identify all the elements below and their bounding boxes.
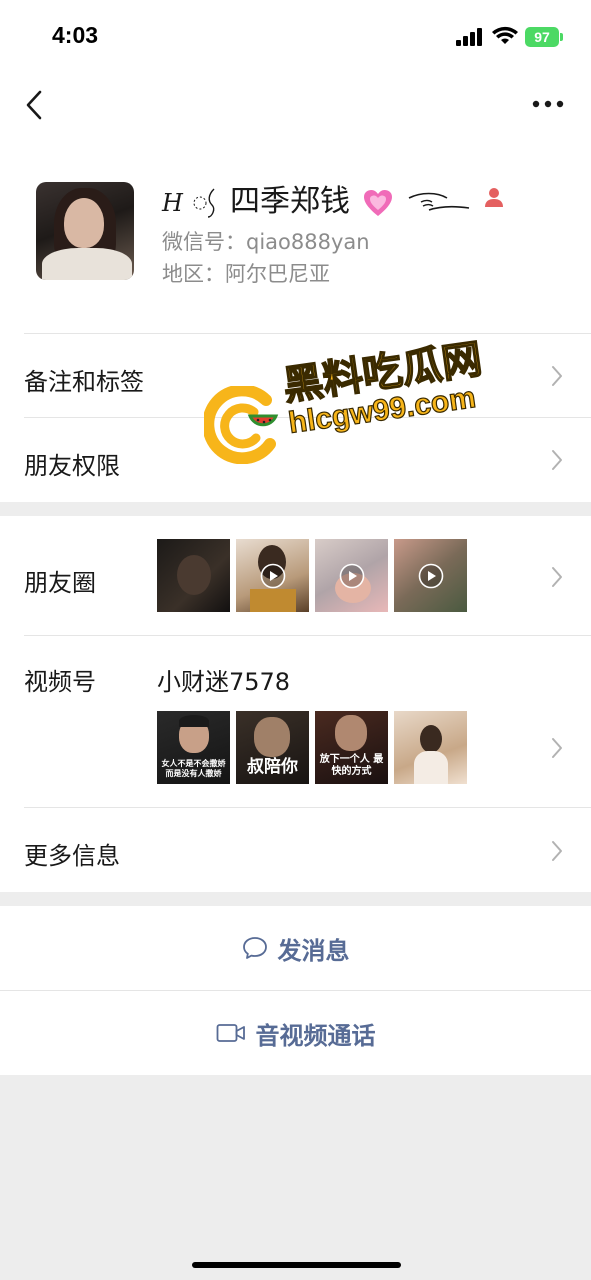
channel-thumb[interactable]: 叔陪你 [236, 711, 309, 784]
moments-row[interactable]: 朋友圈 [24, 563, 96, 598]
signal-icon [456, 28, 482, 46]
friend-star-icon [485, 188, 503, 207]
permissions-row[interactable]: 朋友权限 [24, 446, 120, 481]
back-icon[interactable] [22, 88, 46, 122]
eye-icon [408, 192, 470, 211]
profile-name: H 四季郑钱 [162, 176, 471, 220]
play-icon [418, 563, 444, 589]
moments-thumb[interactable] [315, 539, 388, 612]
battery-tip [560, 33, 563, 41]
channel-thumb[interactable]: 放下一个人 最快的方式 [315, 711, 388, 784]
watermark: 黑料吃瓜网 hlcgw99.com [204, 336, 524, 470]
channel-name: 小财迷7578 [157, 668, 291, 696]
play-icon [339, 563, 365, 589]
thumb-caption: 女人不是不会撒娇 而是没有人撒娇 [161, 758, 226, 778]
remarks-row[interactable]: 备注和标签 [24, 362, 144, 397]
moments-thumb[interactable] [394, 539, 467, 612]
name-prefix: H [162, 189, 183, 217]
chat-bubble-icon [242, 937, 267, 959]
home-indicator[interactable] [192, 1262, 401, 1268]
avatar-face [64, 198, 104, 248]
heart-icon [363, 189, 392, 216]
region: 地区：阿尔巴尼亚 [162, 262, 330, 286]
channel-thumb[interactable] [394, 711, 467, 784]
send-message-label: 发消息 [277, 936, 350, 965]
actions-card: 发消息 音视频通话 [0, 906, 591, 1075]
chevron-right-icon [552, 366, 562, 386]
video-call-label: 音视频通话 [255, 1021, 376, 1050]
thumb-caption: 叔陪你 [247, 757, 298, 777]
battery-icon: 97 [525, 27, 559, 47]
channel-thumb[interactable]: 女人不是不会撒娇 而是没有人撒娇 [157, 711, 230, 784]
status-bar: 4:03 97 [0, 0, 591, 72]
divider [24, 635, 591, 636]
divider [24, 807, 591, 808]
send-message-button[interactable]: 发消息 [0, 906, 591, 990]
divider [24, 333, 591, 334]
chevron-right-icon [552, 567, 562, 587]
chevron-right-icon [552, 841, 562, 861]
moments-thumb[interactable] [157, 539, 230, 612]
channels-row[interactable]: 视频号 [24, 662, 96, 697]
play-icon [260, 563, 286, 589]
status-time: 4:03 [52, 22, 99, 48]
video-camera-icon [216, 1024, 245, 1042]
wifi-icon [492, 26, 518, 44]
more-info-row[interactable]: 更多信息 [24, 836, 120, 871]
more-icon[interactable] [532, 100, 564, 108]
wechat-id: 微信号：qiao888yan [162, 230, 370, 254]
chevron-right-icon [552, 450, 562, 470]
thumb-caption: 放下一个人 最快的方式 [319, 754, 384, 777]
moments-thumb[interactable] [236, 539, 309, 612]
chevron-right-icon [552, 738, 562, 758]
swirl-icon [193, 188, 215, 218]
avatar[interactable] [36, 182, 134, 280]
watermark-logo-icon [204, 386, 279, 464]
video-call-button[interactable]: 音视频通话 [0, 991, 591, 1075]
avatar-shirt [42, 248, 132, 280]
name-text: 四季郑钱 [230, 184, 351, 219]
